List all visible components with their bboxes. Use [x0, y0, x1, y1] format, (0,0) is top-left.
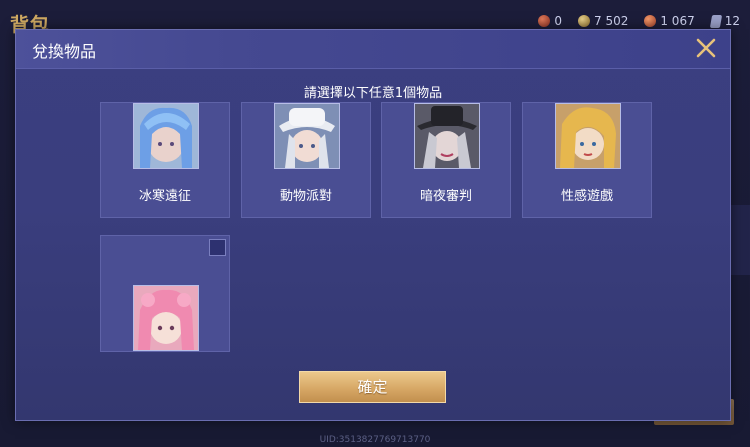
dialog-title: 兌換物品 — [32, 42, 97, 61]
resource-voucher-value: 1 067 — [660, 14, 695, 28]
dialog-header: 兌換物品 — [16, 30, 730, 69]
background-left-panel — [0, 120, 14, 380]
item-name: 冰寒遠征 — [138, 189, 191, 204]
item-tile-animal-party[interactable]: 動物派對 — [241, 102, 371, 218]
uid-label: UID:3513827769713770 — [319, 435, 431, 445]
resource-card: 12 — [709, 14, 740, 28]
item-tile-sexy-game[interactable]: 性感遊戲 — [522, 102, 652, 218]
instruction-text: 請選擇以下任意1個物品 — [303, 86, 443, 101]
select-checkbox[interactable] — [209, 239, 226, 256]
confirm-button[interactable]: 確定 — [299, 371, 446, 403]
item-tile-night-judgment[interactable]: 暗夜審判 — [381, 102, 511, 218]
resource-gold-value: 7 502 — [594, 14, 629, 28]
resource-ruby-value: 0 — [554, 14, 562, 28]
item-name: 動物派對 — [279, 189, 332, 204]
background-right-panel — [728, 205, 750, 275]
item-name: 暗夜審判 — [419, 189, 472, 204]
dark-hat-hero-portrait — [414, 103, 480, 169]
blue-haired-hero-portrait — [133, 103, 199, 169]
resource-voucher: 1 067 — [644, 14, 695, 28]
item-name: 性感遊戲 — [560, 189, 613, 204]
gold-coin-icon — [578, 15, 590, 27]
card-icon — [709, 14, 722, 28]
pink-haired-hero-portrait — [133, 285, 199, 351]
item-tile-pink-hero[interactable] — [100, 235, 230, 352]
ruby-coin-icon — [538, 15, 551, 27]
close-x-icon — [696, 38, 716, 58]
close-button[interactable] — [694, 36, 718, 60]
resource-gold: 7 502 — [578, 14, 628, 28]
item-tile-ice-expedition[interactable]: 冰寒遠征 — [100, 102, 230, 218]
white-hat-hero-portrait — [274, 103, 340, 169]
exchange-dialog: 兌換物品 請選擇以下任意1個物品 冰寒遠征 動物派對 暗夜審判 性感遊戲 確定 — [15, 29, 731, 421]
resource-ruby: 0 — [538, 14, 562, 28]
voucher-coin-icon — [644, 15, 657, 27]
blonde-hero-portrait — [555, 103, 621, 169]
resource-card-value: 12 — [724, 14, 740, 28]
